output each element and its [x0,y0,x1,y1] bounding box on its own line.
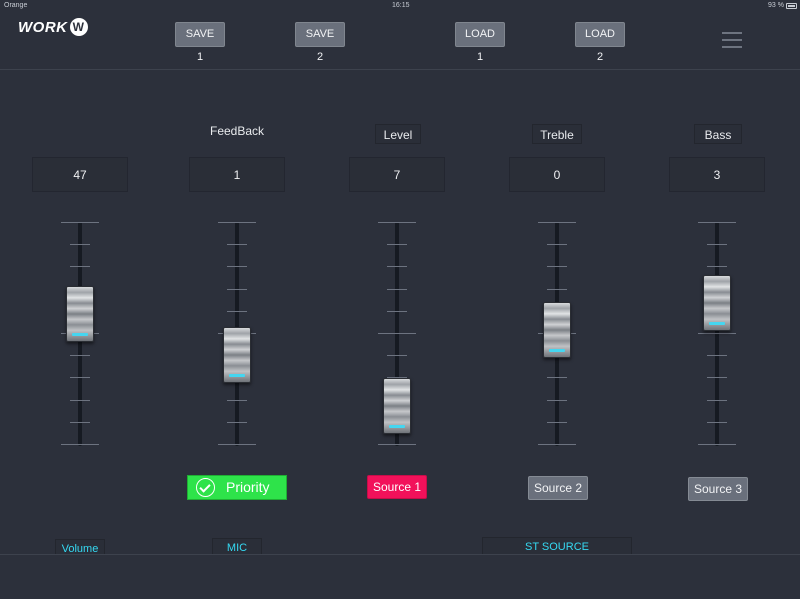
fader-tick [227,266,247,267]
fader-tick [61,222,99,223]
bass-value: 3 [669,157,765,192]
fader-tick [70,244,90,245]
fader-tick [707,422,727,423]
fader-tick [70,422,90,423]
volume-fader-knob[interactable] [66,286,94,342]
fader-tick [547,422,567,423]
carrier-label: Orange [4,2,28,9]
bass-fader-track[interactable] [715,222,719,446]
feedback-label: FeedBack [209,124,265,138]
hamburger-icon[interactable] [722,32,742,48]
treble-label: Treble [532,124,582,144]
fader-tick [70,355,90,356]
fader-tick [227,422,247,423]
fader-tick [70,400,90,401]
knob-led-indicator [229,374,245,377]
fader-tick [707,377,727,378]
st-source-group-label: ST SOURCE [482,537,632,555]
fader-tick [387,355,407,356]
knob-led-indicator [389,425,405,428]
fader-tick [387,266,407,267]
fader-tick [707,266,727,267]
fader-tick [707,400,727,401]
bass-fader-knob[interactable] [703,275,731,331]
bottom-bar [0,554,800,599]
source-2-button[interactable]: Source 2 [528,476,588,500]
fader-tick [547,377,567,378]
fader-tick [218,444,256,445]
fader-tick [707,244,727,245]
fader-tick [387,289,407,290]
feedback-value: 1 [189,157,285,192]
treble-value: 0 [509,157,605,192]
source-3-button[interactable]: Source 3 [688,477,748,501]
fader-tick [387,244,407,245]
fader-tick [227,311,247,312]
source-1-button[interactable]: Source 1 [367,475,427,499]
fader-tick [547,400,567,401]
feedback-fader-knob[interactable] [223,327,251,383]
fader-tick [698,333,736,334]
work-logo: WORK W [18,18,88,36]
logo-badge: W [69,18,88,36]
fader-tick [378,444,416,445]
logo-text: WORK [18,18,68,36]
fader-tick [538,444,576,445]
level-value: 7 [349,157,445,192]
bass-label: Bass [694,124,742,144]
fader-tick [70,266,90,267]
fader-tick [227,244,247,245]
fader-tick [547,244,567,245]
save-2-button[interactable]: SAVE 2 [295,22,345,63]
level-label: Level [375,124,421,144]
fader-tick [227,400,247,401]
load-1-button[interactable]: LOAD 1 [455,22,505,63]
priority-label: Priority [226,479,270,495]
fader-tick [227,289,247,290]
status-bar: Orange 16:15 93 % [0,0,800,12]
battery-percent: 93 % [768,2,784,9]
knob-led-indicator [72,333,88,336]
treble-fader-knob[interactable] [543,302,571,358]
volume-value: 47 [32,157,128,192]
priority-button[interactable]: Priority [187,475,287,500]
fader-tick [61,444,99,445]
fader-tick [70,377,90,378]
knob-led-indicator [549,349,565,352]
fader-tick [698,444,736,445]
level-fader-knob[interactable] [383,378,411,434]
battery-icon [786,3,797,9]
fader-tick [698,222,736,223]
fader-tick [707,355,727,356]
fader-tick [218,222,256,223]
top-bar: WORK W SAVE 1 SAVE 2 LOAD 1 LOAD 2 [0,12,800,70]
fader-tick [378,333,416,334]
knob-led-indicator [709,322,725,325]
fader-tick [387,311,407,312]
check-circle-icon [196,478,215,497]
fader-tick [547,289,567,290]
fader-tick [378,222,416,223]
load-2-button[interactable]: LOAD 2 [575,22,625,63]
fader-tick [538,222,576,223]
fader-tick [547,266,567,267]
save-1-button[interactable]: SAVE 1 [175,22,225,63]
status-clock: 16:15 [392,2,410,9]
